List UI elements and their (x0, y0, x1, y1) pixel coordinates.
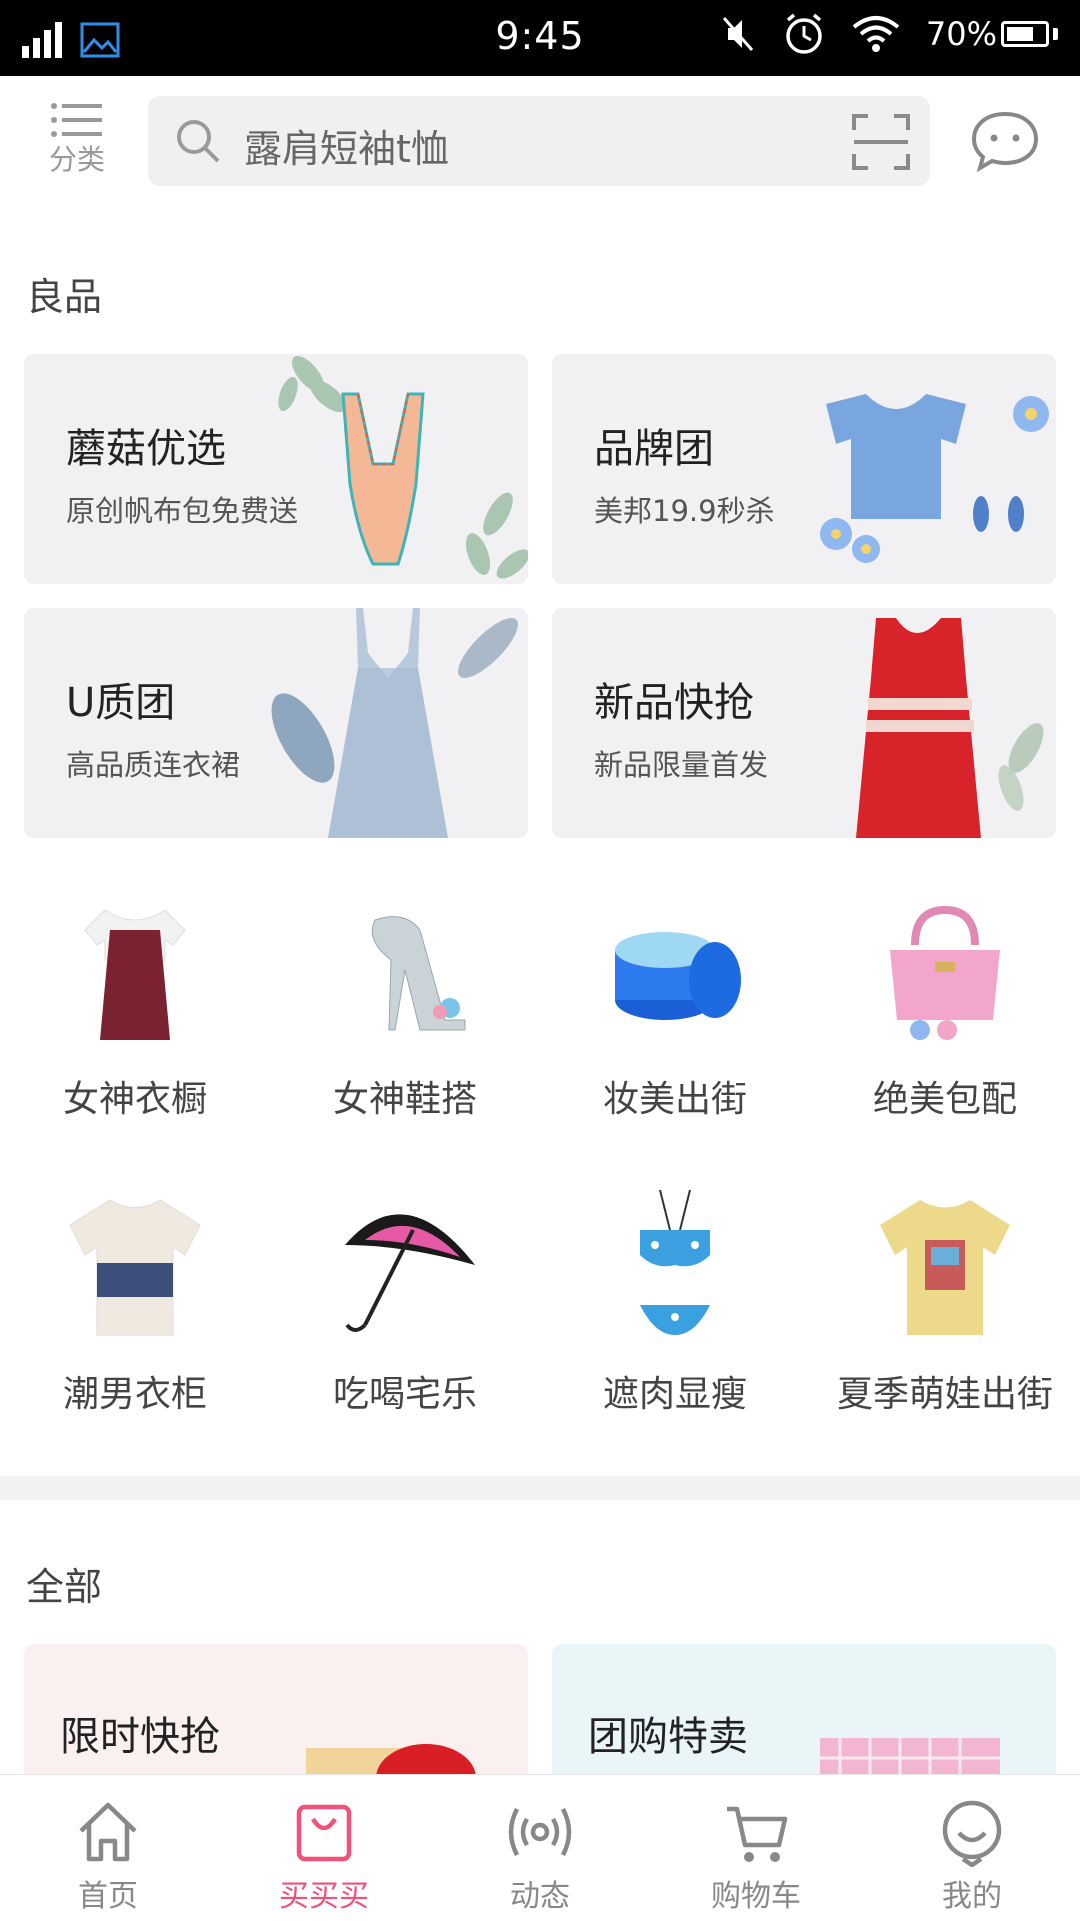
category-label: 潮男衣柜 (62, 1374, 207, 1415)
category-item[interactable]: 绝美包配 (810, 890, 1080, 1150)
shopping-bag-icon (296, 1804, 352, 1862)
section-title-all: 全部 (26, 1565, 103, 1609)
category-label: 女神鞋搭 (332, 1079, 477, 1120)
promo-title: 限时快抢 (60, 1714, 220, 1760)
status-bar: 9:45 70% (0, 0, 1080, 76)
feature-card-mogu[interactable]: 蘑菇优选 原创帆布包免费送 (24, 354, 528, 584)
card-title: 新品快抢 (594, 680, 754, 726)
category-item[interactable]: 潮男衣柜 (0, 1185, 270, 1445)
top-bar: 分类 露肩短袖t恤 (0, 76, 1080, 206)
broadcast-icon (508, 1807, 572, 1857)
nav-label: 首页 (78, 1879, 138, 1914)
profile-icon (942, 1800, 1002, 1867)
nav-label: 动态 (510, 1879, 570, 1914)
nav-activity[interactable]: 动态 (432, 1775, 648, 1921)
nav-home[interactable]: 首页 (0, 1775, 216, 1921)
mute-icon (722, 17, 754, 51)
search-input[interactable]: 露肩短袖t恤 (148, 96, 930, 186)
message-icon[interactable] (970, 110, 1040, 172)
alarm-icon (786, 13, 822, 54)
heel-shoe-icon (371, 916, 466, 1031)
bikini-icon (640, 1189, 710, 1335)
category-item[interactable]: 吃喝宅乐 (270, 1185, 540, 1445)
swimsuit-image (278, 355, 528, 579)
red-dress-image (856, 618, 1044, 838)
battery-percent: 70% (925, 15, 997, 53)
cart-icon (727, 1806, 788, 1862)
card-subtitle: 新品限量首发 (594, 748, 769, 782)
feature-card-new[interactable]: 新品快抢 新品限量首发 (552, 608, 1056, 838)
cosmetics-jar-icon (615, 932, 741, 1020)
nav-shop[interactable]: 买买买 (216, 1775, 432, 1921)
nav-label: 买买买 (279, 1879, 369, 1914)
battery-indicator: 70% (926, 15, 1058, 53)
category-item[interactable]: 女神衣橱 (0, 890, 270, 1150)
card-subtitle: 美邦19.9秒杀 (594, 494, 775, 528)
category-label: 分类 (48, 143, 105, 176)
category-item[interactable]: 夏季萌娃出街 (810, 1185, 1080, 1445)
umbrella-icon (345, 1214, 475, 1332)
category-label: 绝美包配 (872, 1079, 1017, 1120)
tshirt-icon (69, 1199, 201, 1336)
section-divider (0, 1476, 1080, 1500)
sequin-dress-image (271, 608, 518, 838)
category-item[interactable]: 女神鞋搭 (270, 890, 540, 1150)
dress-icon (84, 909, 186, 1040)
feature-card-brand[interactable]: 品牌团 美邦19.9秒杀 (552, 354, 1056, 584)
nav-profile[interactable]: 我的 (864, 1775, 1080, 1921)
nav-label: 购物车 (711, 1879, 801, 1914)
card-subtitle: 高品质连衣裙 (66, 748, 241, 782)
card-title: 蘑菇优选 (66, 426, 226, 472)
category-item[interactable]: 遮肉显瘦 (540, 1185, 810, 1445)
category-label: 吃喝宅乐 (332, 1374, 477, 1415)
category-label: 夏季萌娃出街 (836, 1374, 1053, 1415)
kids-tshirt-icon (880, 1200, 1010, 1335)
wifi-icon (852, 16, 900, 52)
bottom-navigation: 首页 买买买 动态 购物车 我的 (0, 1774, 1080, 1921)
category-item[interactable]: 妆美出街 (540, 890, 810, 1150)
category-button[interactable]: 分类 (32, 100, 122, 190)
search-icon (177, 120, 220, 163)
card-title: 品牌团 (594, 426, 714, 472)
promo-card-group-buy[interactable]: 团购特卖 (552, 1644, 1056, 1784)
card-title: U质团 (66, 680, 176, 726)
category-label: 女神衣橱 (62, 1079, 207, 1120)
scan-icon[interactable] (852, 114, 910, 170)
nav-cart[interactable]: 购物车 (648, 1775, 864, 1921)
section-title-good: 良品 (26, 275, 103, 319)
menu-icon (51, 103, 102, 137)
blue-top-image (820, 394, 1049, 563)
promo-title: 团购特卖 (588, 1714, 748, 1760)
nav-label: 我的 (942, 1879, 1002, 1914)
category-label: 遮肉显瘦 (602, 1374, 747, 1415)
promo-card-flash-sale[interactable]: 限时快抢 (24, 1644, 528, 1784)
category-label: 妆美出街 (602, 1079, 747, 1120)
handbag-icon (890, 905, 1000, 1040)
search-placeholder: 露肩短袖t恤 (244, 127, 449, 171)
home-icon (79, 1802, 137, 1862)
feature-card-uquality[interactable]: U质团 高品质连衣裙 (24, 608, 528, 838)
